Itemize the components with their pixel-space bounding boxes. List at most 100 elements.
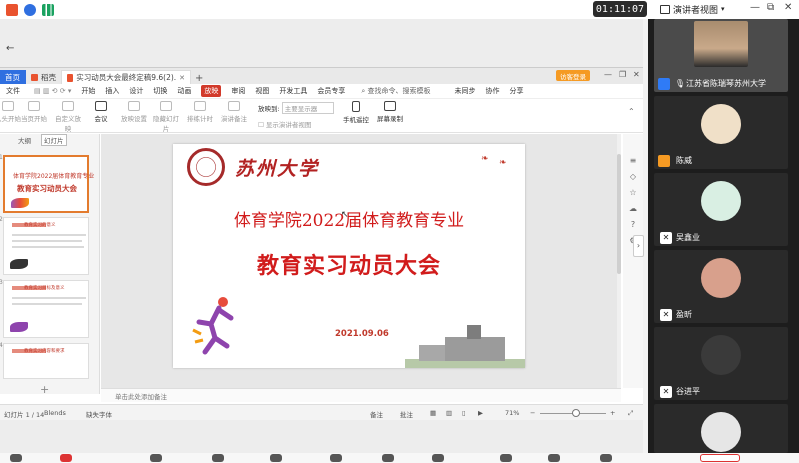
slide-thumbnail-2[interactable]: 教育实习的意义 (3, 217, 89, 275)
menu-file[interactable]: 文件 (6, 86, 20, 96)
shield-icon[interactable] (24, 3, 36, 16)
menu-developer[interactable]: 开发工具 (279, 86, 307, 96)
settings-icon[interactable] (548, 454, 560, 462)
missing-font-button[interactable]: 缺失字体 (86, 409, 112, 419)
slide-thumbnail-3[interactable]: 教育实习目标及意义 (3, 280, 89, 338)
reaction-icon[interactable] (432, 454, 444, 462)
participant-tile[interactable]: ✕ 吴鑫业 (654, 173, 788, 246)
presenter-view-button[interactable]: 演讲者视图 ▾ (660, 1, 725, 17)
scrollbar-thumb[interactable] (617, 154, 621, 274)
notes-placeholder: 单击此处添加备注 (115, 392, 167, 401)
menu-animation[interactable]: 动画 (177, 86, 191, 96)
camera-icon[interactable] (60, 454, 72, 462)
menu-toolbar-icons[interactable]: ▤ ▥ ⟲ ⟳ ▾ (34, 87, 71, 95)
zoom-level[interactable]: 71% (505, 409, 519, 417)
ribbon-custom-show[interactable]: 自定义放映 (52, 101, 84, 133)
star-icon[interactable]: ☆ (628, 188, 638, 198)
chat-icon[interactable] (330, 454, 342, 462)
close-icon[interactable]: ✕ (784, 2, 792, 13)
end-meeting-button[interactable] (700, 454, 740, 462)
vertical-scrollbar[interactable] (617, 134, 621, 388)
restore-icon[interactable]: ❐ (619, 70, 626, 79)
menu-design[interactable]: 设计 (129, 86, 143, 96)
host-icon (658, 155, 670, 167)
tab-document-label: 实习动员大会最终定稿9.6(2).ppt (76, 73, 177, 82)
adjust-icon[interactable]: ≡ (628, 156, 638, 166)
menu-insert[interactable]: 插入 (105, 86, 119, 96)
restore-icon[interactable]: ⧉ (767, 2, 774, 13)
share-button[interactable]: 分享 (510, 86, 524, 96)
notes-pane[interactable]: 单击此处添加备注 (101, 388, 621, 402)
ribbon-speaker-notes[interactable]: 演讲备注 (218, 101, 250, 123)
presenter-view-checkbox[interactable]: ☐ 显示演讲者视图 (258, 119, 311, 129)
participant-tile[interactable]: ✕ 盈昕 (654, 250, 788, 323)
fit-window-icon[interactable]: ⤢ (628, 409, 633, 418)
display-select[interactable]: 主要显示器 (281, 102, 334, 114)
notes-toggle[interactable]: 备注 (370, 409, 383, 419)
members-icon[interactable] (270, 454, 282, 462)
tab-document[interactable]: 实习动员大会最终定稿9.6(2).ppt ✕ (61, 70, 191, 84)
runner-figure (10, 322, 28, 332)
sync-status[interactable]: 未同步 (455, 86, 476, 96)
panel-expand-chevron-icon[interactable]: › (633, 235, 644, 257)
security-icon[interactable] (212, 454, 224, 462)
mic-muted-icon: ✕ (660, 386, 672, 398)
participant-tile[interactable]: 🎙 江苏省陈瑞琴苏州大学 (654, 19, 788, 92)
display-target[interactable]: 放映到: 主要显示器 (258, 102, 334, 114)
new-tab-plus-icon[interactable]: + (195, 73, 203, 84)
meeting-timer: 01:11:07 (593, 1, 647, 17)
ribbon-show-settings[interactable]: 放映设置 (118, 101, 150, 123)
ribbon-meeting[interactable]: 会议 (85, 101, 117, 123)
tab-close-icon[interactable]: ✕ (179, 74, 185, 82)
slide-thumbnail-4[interactable]: 教育实习内容和要求 (3, 343, 89, 379)
current-slide[interactable]: 苏州大学 ❧ ❧ 体育学院2022届体育教育专业 教育实习动员大会 ↖ 2021… (173, 144, 525, 368)
more-icon[interactable] (600, 454, 612, 462)
zoom-slider-knob[interactable] (572, 409, 580, 417)
normal-view-icon[interactable]: ▦ (430, 409, 436, 417)
visitor-login-button[interactable]: 访客登录 (556, 70, 590, 81)
participant-tile[interactable]: 陈威 (654, 96, 788, 169)
tab-home[interactable]: 首页 (0, 70, 26, 84)
app-icon[interactable] (6, 3, 18, 16)
ribbon-rehearse[interactable]: 排练计时 (184, 101, 216, 123)
search-command[interactable]: ⌕ 查找命令、搜索模板 (361, 86, 430, 96)
minimize-icon[interactable]: — (604, 70, 612, 79)
help-icon[interactable]: ? (628, 220, 638, 230)
reading-view-icon[interactable]: ▯ (462, 409, 466, 417)
share-screen-icon[interactable] (150, 454, 162, 462)
add-slide-icon[interactable]: + (40, 383, 49, 396)
collaborate-button[interactable]: 协作 (486, 86, 500, 96)
slide-thumbnail-1[interactable]: 体育学院2022届体育教育专业 教育实习动员大会 (3, 155, 94, 213)
tab-docer[interactable]: 稻壳 (26, 70, 61, 84)
signal-icon[interactable] (42, 3, 54, 16)
menu-slideshow[interactable]: 放映 (201, 85, 222, 97)
menu-member[interactable]: 会员专享 (317, 86, 345, 96)
zoom-out-icon[interactable]: − (530, 409, 535, 417)
back-arrow-icon[interactable]: ← (6, 43, 14, 54)
participant-tile[interactable] (654, 404, 788, 453)
shape-icon[interactable]: ◇ (628, 172, 638, 182)
apps-icon[interactable] (500, 454, 512, 462)
menu-transition[interactable]: 切换 (153, 86, 167, 96)
ribbon-phone-remote[interactable]: 手机遥控 (340, 101, 372, 124)
close-icon[interactable]: ✕ (633, 70, 640, 79)
sorter-view-icon[interactable]: ▥ (446, 409, 452, 417)
record-icon[interactable] (382, 454, 394, 462)
ribbon-from-current[interactable]: 当页开始 (18, 101, 50, 123)
cloud-icon[interactable]: ☁ (628, 204, 638, 214)
tab-outline[interactable]: 大纲 (18, 135, 31, 145)
minimize-icon[interactable]: — (750, 2, 760, 13)
participant-tile[interactable]: ✕ 谷进平 (654, 327, 788, 400)
ribbon-screen-record[interactable]: 屏幕录制 (374, 101, 406, 123)
mic-icon[interactable] (10, 454, 22, 462)
comments-toggle[interactable]: 批注 (400, 409, 413, 419)
tab-slides[interactable]: 幻灯片 (41, 134, 67, 146)
zoom-in-icon[interactable]: + (610, 409, 615, 417)
ribbon-hide-slide[interactable]: 隐藏幻灯片 (150, 101, 182, 133)
collapse-ribbon-icon[interactable]: ⌃ (628, 107, 635, 116)
slide-subtitle: 体育学院2022届体育教育专业 (233, 211, 465, 231)
menu-review[interactable]: 审阅 (231, 86, 245, 96)
menu-view[interactable]: 视图 (255, 86, 269, 96)
play-icon[interactable]: ▶ (478, 409, 483, 417)
menu-start[interactable]: 开始 (81, 86, 95, 96)
